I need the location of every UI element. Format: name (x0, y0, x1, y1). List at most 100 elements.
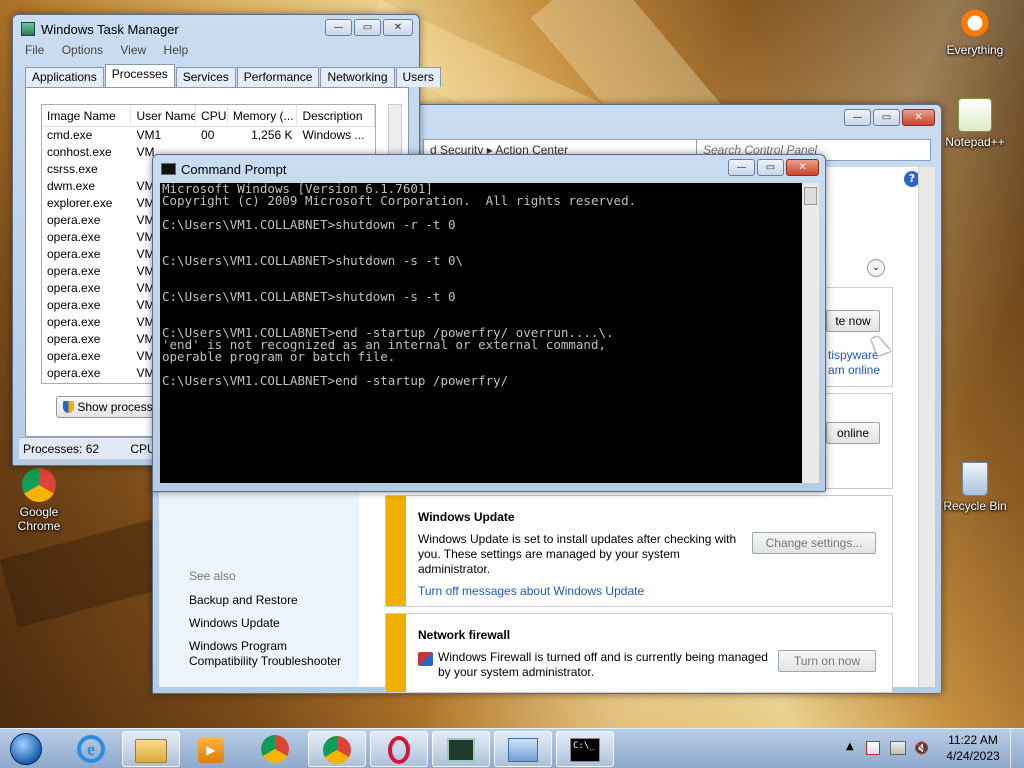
cell-image: opera.exe (47, 349, 101, 363)
media-player-icon: ▶ (198, 737, 224, 763)
windows-update-heading: Windows Update (418, 510, 515, 524)
taskbar-media-player[interactable]: ▶ (182, 731, 240, 767)
menu-view[interactable]: View (120, 43, 146, 57)
console-line: C:\Users\VM1.COLLABNET>shutdown -r -t 0 (162, 217, 456, 232)
taskbar-chrome[interactable] (246, 731, 304, 767)
see-also-heading: See also (189, 569, 236, 583)
warning-bar (386, 496, 406, 606)
tab-performance[interactable]: Performance (236, 67, 320, 87)
task-manager-icon (447, 738, 475, 762)
console-icon: C:\_ (570, 738, 600, 762)
desktop-icon-chrome[interactable]: Google Chrome (4, 468, 74, 533)
console-line: C:\Users\VM1.COLLABNET>shutdown -s -t 0\ (162, 253, 464, 268)
close-button[interactable]: ✕ (902, 109, 935, 126)
close-button[interactable]: ✕ (786, 159, 819, 176)
desktop-icon-recycle-bin[interactable]: Recycle Bin (940, 462, 1010, 513)
cell-image: opera.exe (47, 213, 101, 227)
column-memory[interactable]: Memory (... (228, 105, 298, 126)
command-prompt-window[interactable]: Command Prompt — ▭ ✕ Microsoft Windows [… (152, 154, 826, 492)
folder-icon (135, 739, 167, 763)
tab-networking[interactable]: Networking (320, 67, 395, 87)
cell-cpu: 00 (201, 128, 215, 142)
taskbar-opera[interactable] (370, 731, 428, 767)
find-online-button[interactable]: online (826, 422, 880, 444)
desktop-icon-label: Recycle Bin (943, 499, 1007, 513)
column-image-name[interactable]: Image Name (42, 105, 132, 126)
cell-image: cmd.exe (47, 128, 93, 142)
network-icon[interactable] (890, 741, 906, 755)
clock-date: 4/24/2023 (946, 749, 1000, 763)
show-desktop-button[interactable] (1010, 729, 1024, 768)
windows-update-text: Windows Update is set to install updates… (418, 532, 737, 576)
cell-image: opera.exe (47, 247, 101, 261)
network-firewall-panel: Network firewall Windows Firewall is tur… (385, 613, 893, 693)
volume-icon[interactable]: 🔇 (914, 741, 929, 755)
maximize-button[interactable]: ▭ (757, 159, 784, 176)
action-center-flag-icon[interactable] (866, 741, 880, 755)
turn-on-now-button[interactable]: Turn on now (778, 650, 876, 672)
firewall-icon (418, 652, 433, 666)
change-settings-button[interactable]: Change settings... (752, 532, 876, 554)
table-row[interactable]: cmd.exe VM1 00 1,256 K Windows ... (42, 127, 375, 144)
see-also-backup-link[interactable]: Backup and Restore (189, 593, 298, 607)
console-scrollbar[interactable] (802, 183, 819, 483)
menu-options[interactable]: Options (62, 43, 103, 57)
maximize-button[interactable]: ▭ (873, 109, 900, 126)
cell-image: explorer.exe (47, 196, 113, 210)
console-line: C:\Users\VM1.COLLABNET>shutdown -s -t 0 (162, 289, 456, 304)
menu-help[interactable]: Help (164, 43, 189, 57)
cell-image: opera.exe (47, 230, 101, 244)
desktop-icon-everything[interactable]: Everything (940, 6, 1010, 57)
cell-memory: 1,256 K (251, 128, 293, 142)
clock-time: 11:22 AM (948, 733, 998, 747)
taskbar-windows-explorer[interactable] (122, 731, 180, 767)
minimize-button[interactable]: — (325, 19, 352, 36)
task-manager-icon (21, 22, 35, 36)
desktop-icon-notepadpp[interactable]: Notepad++ (940, 98, 1010, 149)
opera-icon (388, 736, 410, 764)
console-line: C:\Users\VM1.COLLABNET>end -startup /pow… (162, 373, 509, 388)
close-button[interactable]: ✕ (383, 19, 413, 36)
menu-file[interactable]: File (25, 43, 44, 57)
online-link[interactable]: am online (828, 363, 880, 377)
chevron-down-icon[interactable]: ⌄ (867, 259, 885, 277)
windows-update-panel: Windows Update Windows Update is set to … (385, 495, 893, 607)
show-hidden-icons-button[interactable]: ▲ (846, 741, 854, 752)
taskbar-chrome-2[interactable] (308, 731, 366, 767)
vertical-scrollbar[interactable] (918, 167, 935, 687)
everything-icon (958, 6, 992, 40)
recycle-bin-icon (962, 462, 988, 496)
tab-applications[interactable]: Applications (25, 67, 104, 87)
notepadpp-icon (958, 98, 992, 132)
tab-processes[interactable]: Processes (104, 64, 175, 87)
taskbar-command-prompt[interactable]: C:\_ (556, 731, 614, 767)
column-description[interactable]: Description (297, 105, 375, 126)
process-list-header: Image Name User Name CPU Memory (... Des… (42, 105, 375, 127)
see-also-windows-update-link[interactable]: Windows Update (189, 616, 280, 630)
column-cpu[interactable]: CPU (196, 105, 228, 126)
minimize-button[interactable]: — (728, 159, 755, 176)
tab-services[interactable]: Services (175, 67, 236, 87)
tab-users[interactable]: Users (395, 67, 441, 87)
desktop-icon-label: Notepad++ (945, 135, 1005, 149)
see-also-compat-link[interactable]: Windows Program Compatibility Troublesho… (189, 639, 359, 669)
internet-explorer-icon: e (77, 735, 105, 763)
console-line: Copyright (c) 2009 Microsoft Corporation… (162, 193, 637, 208)
taskbar-control-panel[interactable] (494, 731, 552, 767)
minimize-button[interactable]: — (844, 109, 871, 126)
clock[interactable]: 11:22 AM 4/24/2023 (944, 733, 1002, 763)
antispyware-link[interactable]: tispyware (828, 348, 879, 362)
update-now-button[interactable]: te now (826, 310, 880, 332)
tab-strip: Applications Processes Services Performa… (25, 64, 442, 87)
start-button[interactable] (4, 731, 48, 767)
scroll-thumb[interactable] (804, 187, 817, 205)
taskbar-internet-explorer[interactable]: e (62, 731, 120, 767)
desktop-icon-label: Everything (946, 43, 1004, 57)
maximize-button[interactable]: ▭ (354, 19, 381, 36)
column-user-name[interactable]: User Name (131, 105, 197, 126)
taskbar-task-manager[interactable] (432, 731, 490, 767)
cell-image: opera.exe (47, 315, 101, 329)
console-output[interactable]: Microsoft Windows [Version 6.1.7601] Copy… (160, 183, 802, 483)
turn-off-messages-link[interactable]: Turn off messages about Windows Update (418, 584, 644, 598)
